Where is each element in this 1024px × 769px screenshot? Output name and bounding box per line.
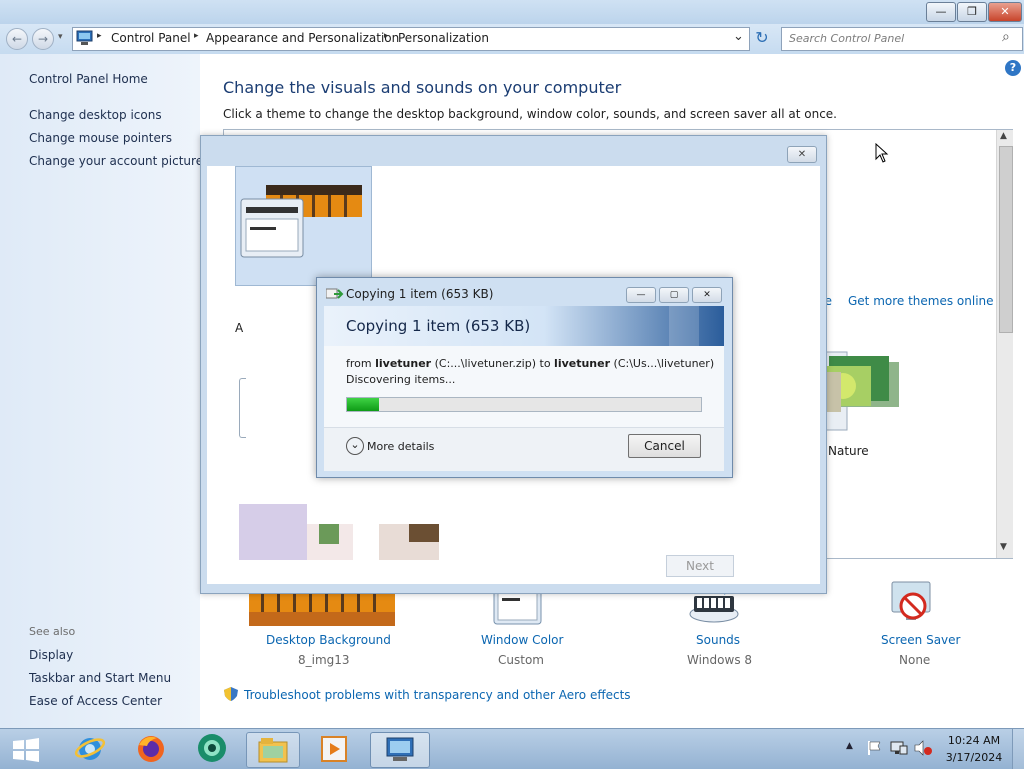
breadcrumb-separator: ▸: [384, 31, 389, 41]
copy-dialog-minimize-button[interactable]: —: [626, 287, 656, 303]
taskbar-control-panel[interactable]: [370, 732, 430, 768]
show-hidden-icons-icon[interactable]: ▲: [846, 741, 853, 751]
theme-dialog-close-button[interactable]: ✕: [787, 146, 817, 163]
source-path: (C:...\livetuner.zip): [434, 357, 536, 370]
mouse-cursor-icon: [875, 143, 889, 163]
screen-saver-icon[interactable]: [888, 578, 938, 626]
destination-name[interactable]: livetuner: [554, 357, 610, 370]
theme-section-label: A: [235, 321, 244, 335]
clock-time[interactable]: 10:24 AM: [944, 734, 1004, 747]
media-player-icon: [321, 736, 347, 762]
file-explorer-icon: [258, 738, 288, 763]
taskbar-file-explorer[interactable]: [246, 732, 300, 768]
copy-dialog-body: from livetuner (C:...\livetuner.zip) to …: [324, 346, 724, 471]
refresh-icon[interactable]: ↻: [752, 28, 772, 48]
copy-progress-fill: [347, 398, 379, 411]
sidebar-taskbar-start-menu[interactable]: Taskbar and Start Menu: [29, 671, 171, 685]
security-shield-icon: [224, 687, 238, 701]
back-button[interactable]: ←: [6, 28, 28, 50]
destination-path: (C:\Us...\livetuner): [613, 357, 715, 370]
copy-dialog-icon: [326, 288, 344, 299]
copy-dialog-footer: ⌄ More details Cancel: [324, 427, 724, 471]
source-name[interactable]: livetuner: [375, 357, 431, 370]
start-button-icon[interactable]: [12, 738, 40, 762]
sidebar: Control Panel Home Change desktop icons …: [0, 54, 203, 728]
theme-row-thumbnails: [239, 504, 439, 560]
search-icon[interactable]: ⌕: [1002, 29, 1010, 45]
clock-date[interactable]: 3/17/2024: [944, 751, 1004, 764]
help-icon[interactable]: ?: [1005, 60, 1021, 76]
taskbar: ▲ 10:24 AM 3/17/2024: [0, 728, 1024, 769]
scroll-thumb[interactable]: [999, 146, 1013, 333]
maximize-button[interactable]: ❐: [957, 2, 987, 22]
theme-list-scrollbar[interactable]: ▲ ▼: [996, 130, 1013, 558]
scroll-down-icon[interactable]: ▼: [1000, 542, 1007, 552]
taskbar-media-player[interactable]: [308, 732, 360, 766]
page-title: Change the visuals and sounds on your co…: [223, 78, 622, 97]
desktop-background-link[interactable]: Desktop Background: [266, 633, 391, 647]
forward-button[interactable]: →: [32, 28, 54, 50]
control-panel-taskbar-icon: [386, 737, 414, 761]
copy-status-text: Discovering items...: [346, 373, 456, 386]
minimize-button[interactable]: —: [926, 2, 956, 22]
desktop-background-value: 8_img13: [298, 653, 350, 667]
sidebar-display[interactable]: Display: [29, 648, 73, 662]
sidebar-ease-of-access[interactable]: Ease of Access Center: [29, 694, 162, 708]
more-details-icon[interactable]: ⌄: [346, 437, 364, 455]
show-desktop-button[interactable]: [1012, 729, 1024, 769]
troubleshoot-link[interactable]: Troubleshoot problems with transparency …: [244, 688, 631, 702]
copy-dialog-close-button[interactable]: ✕: [692, 287, 722, 303]
sidebar-change-mouse-pointers[interactable]: Change mouse pointers: [29, 131, 172, 145]
address-dropdown-icon[interactable]: ⌄: [733, 29, 744, 44]
network-icon[interactable]: [890, 740, 908, 756]
control-panel-icon: [76, 30, 93, 45]
nature-theme-label: Nature: [828, 444, 869, 458]
header-decoration: [669, 306, 699, 346]
sidebar-change-desktop-icons[interactable]: Change desktop icons: [29, 108, 162, 122]
internet-explorer-icon[interactable]: [74, 732, 106, 764]
theme-thumbnail-edge: [239, 378, 246, 438]
to-label: to: [539, 357, 551, 370]
window-color-link[interactable]: Window Color: [481, 633, 563, 647]
scroll-up-icon[interactable]: ▲: [1000, 131, 1007, 141]
address-row: ← → ▾ ▸ Control Panel ▸ Appearance and P…: [0, 24, 1024, 54]
breadcrumb-control-panel[interactable]: Control Panel: [111, 31, 191, 45]
recent-pages-button[interactable]: ▾: [58, 32, 63, 42]
firefox-icon[interactable]: [135, 732, 167, 764]
copy-dialog-maximize-button[interactable]: ▢: [659, 287, 689, 303]
from-label: from: [346, 357, 372, 370]
copy-dialog-title: Copying 1 item (653 KB): [346, 287, 494, 301]
breadcrumb-separator: ▸: [97, 31, 102, 41]
copy-dialog-header: Copying 1 item (653 KB): [324, 306, 724, 346]
copy-dialog-heading: Copying 1 item (653 KB): [346, 317, 531, 335]
copy-source-line: from livetuner (C:...\livetuner.zip) to …: [346, 357, 714, 370]
breadcrumb-separator: ▸: [194, 31, 199, 41]
sidebar-change-account-picture[interactable]: Change your account picture: [29, 154, 203, 168]
action-center-flag-icon[interactable]: [866, 740, 882, 756]
breadcrumb-personalization[interactable]: Personalization: [398, 31, 489, 45]
search-placeholder: Search Control Panel: [789, 32, 905, 45]
see-also-heading: See also: [29, 625, 76, 638]
copy-progress-bar: [346, 397, 702, 412]
theme-selected-thumbnail[interactable]: [235, 166, 372, 286]
breadcrumb-appearance[interactable]: Appearance and Personalization: [206, 31, 399, 45]
window-color-value: Custom: [498, 653, 544, 667]
search-input[interactable]: Search Control Panel ⌕: [781, 27, 1023, 51]
sounds-link[interactable]: Sounds: [696, 633, 740, 647]
window-title-bar: — ❐ ✕: [0, 0, 1024, 24]
close-button[interactable]: ✕: [988, 2, 1022, 22]
cancel-button[interactable]: Cancel: [628, 434, 701, 458]
media-app-icon[interactable]: [196, 732, 228, 764]
address-bar[interactable]: ▸ Control Panel ▸ Appearance and Persona…: [72, 27, 750, 51]
theme-dialog-next-button[interactable]: Next: [666, 555, 734, 577]
volume-muted-icon[interactable]: [914, 740, 932, 756]
screen-saver-link[interactable]: Screen Saver: [881, 633, 960, 647]
screen-saver-value: None: [899, 653, 931, 667]
sidebar-control-panel-home[interactable]: Control Panel Home: [29, 72, 148, 86]
page-subtitle: Click a theme to change the desktop back…: [223, 107, 837, 121]
sounds-value: Windows 8: [687, 653, 753, 667]
more-details-link[interactable]: More details: [367, 440, 434, 453]
copy-progress-dialog: Copying 1 item (653 KB) — ▢ ✕ Copying 1 …: [316, 277, 733, 478]
get-more-themes-link[interactable]: Get more themes online: [848, 294, 994, 308]
